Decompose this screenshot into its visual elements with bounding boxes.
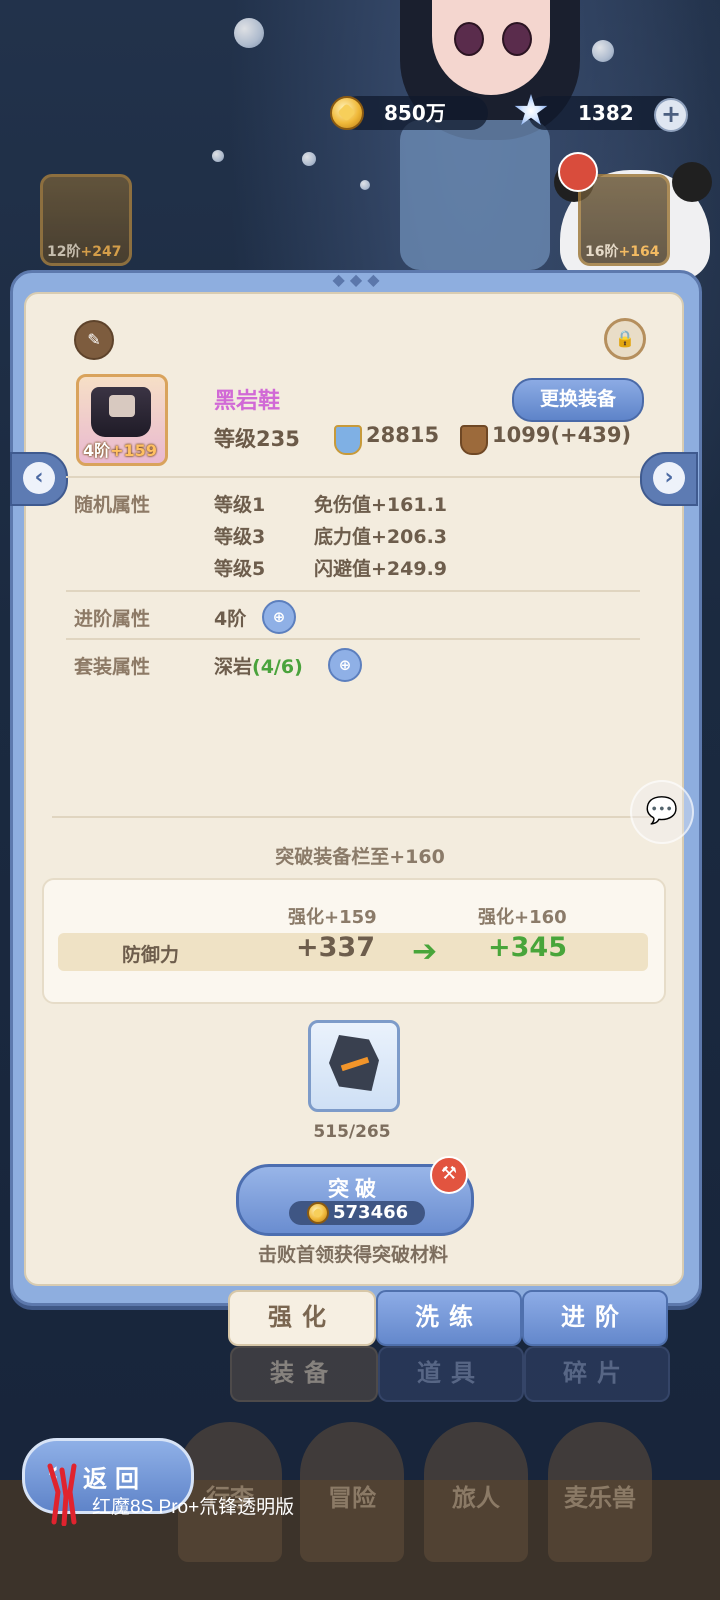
advance-attr-label: 进阶属性 [74,608,151,630]
equipment-thumbnail: 4阶+159 [76,374,168,466]
bubble [592,40,614,62]
red-magic-logo-icon [47,1463,77,1526]
change-equipment-button[interactable]: 更换装备 [512,378,644,422]
nav-adventure-label: 冒险 [328,1484,376,1512]
gold-coin-icon [330,96,364,130]
defense-shield-icon [460,425,488,455]
character-body [400,120,550,270]
next-equipment-button[interactable]: › [640,452,698,506]
material-slot[interactable] [308,1020,400,1112]
advance-zoom-icon[interactable]: ⊕ [262,600,296,634]
old-value: +337 [296,932,375,963]
add-gems-button[interactable]: + [654,98,688,132]
hammer-icon: ⚒ [430,1156,468,1194]
set-name: 深岩 [214,656,253,678]
lock-icon[interactable]: 🔒 [604,318,646,360]
boot-image [91,387,151,437]
material-count: 515/265 [313,1122,391,1142]
chevron-right-icon: › [653,462,685,494]
bubble [302,152,316,166]
set-zoom-icon[interactable]: ⊕ [328,648,362,682]
nav-travelers-label: 旅人 [452,1484,500,1512]
random-attr-effect: 闪避值+249.9 [314,558,448,580]
nav-adventure[interactable]: 冒险 [300,1422,404,1562]
divider [66,476,640,478]
weapon-slot[interactable]: 12阶+247 [40,174,132,266]
divider [66,638,640,640]
prev-equipment-button[interactable]: ‹ [10,452,68,506]
tab-items[interactable]: 道具 [378,1346,524,1402]
panel-ornament: ◆ ◆ ◆ [332,270,380,289]
thumbnail-tier-label: 4阶+159 [83,441,157,460]
random-attr-level: 等级5 [214,558,266,580]
helmet-slot[interactable]: 16阶+164 [578,174,670,266]
tab-refine[interactable]: 洗练 [376,1290,522,1346]
helmet-slot-label: 16阶+164 [585,244,660,260]
bubble [212,150,224,162]
power-shield-icon [334,425,362,455]
chat-bubble-icon[interactable]: 💬 [630,780,694,844]
tab-advance[interactable]: 进阶 [522,1290,668,1346]
nav-travelers[interactable]: 旅人 [424,1422,528,1562]
breakthrough-hint: 击败首领获得突破材料 [257,1244,448,1266]
tab-equipment[interactable]: 装备 [230,1346,378,1402]
tab-enhance[interactable]: 强化 [228,1290,376,1346]
weapon-slot-label: 12阶+247 [47,244,122,260]
nav-pets-label: 麦乐兽 [564,1484,636,1512]
random-attr-label: 随机属性 [74,494,151,516]
equipment-power: 28815 [366,423,440,447]
equipment-name: 黑岩鞋 [214,389,281,414]
tab-fragments[interactable]: 碎片 [524,1346,670,1402]
random-attr-effect: 底力值+206.3 [314,526,448,548]
bubble [234,18,264,48]
set-attr-value: 深岩(4/6) [214,652,303,679]
character-eye [502,22,532,56]
back-button-label: 返回 [83,1465,147,1493]
random-attr-level: 等级3 [214,526,266,548]
equipment-level: 等级235 [214,427,300,451]
divider [66,590,640,592]
hammer-badge-icon [558,152,598,192]
breakthrough-cost: 573466 [333,1202,409,1223]
share-icon[interactable]: ✎ [74,320,114,360]
panda-ear [672,162,712,202]
gold-amount: 850万 [384,101,446,125]
random-attr-effect: 免伤值+161.1 [314,494,448,516]
lava-rock-icon [329,1035,379,1091]
cost-pill: 573466 [289,1201,425,1225]
set-progress: (4/6) [252,656,303,678]
random-attr-level: 等级1 [214,494,266,516]
nav-pets[interactable]: 麦乐兽 [548,1422,652,1562]
arrow-right-icon: ➔ [412,934,438,969]
gold-coin-icon [307,1202,329,1224]
old-level-header: 强化+159 [288,907,377,928]
gem-amount: 1382 [578,101,634,125]
divider [52,816,656,818]
breakthrough-title: 突破装备栏至+160 [275,846,445,868]
new-level-header: 强化+160 [478,907,567,928]
chevron-left-icon: ‹ [23,462,55,494]
equipment-defense: 1099(+439) [492,423,632,447]
device-watermark: 红魔8S Pro+氘锋透明版 [92,1497,295,1518]
character-eye [454,22,484,56]
attribute-name: 防御力 [122,944,180,966]
bubble [360,180,370,190]
set-attr-label: 套装属性 [74,656,151,678]
new-value: +345 [488,932,567,963]
advance-attr-value: 4阶 [214,608,247,630]
